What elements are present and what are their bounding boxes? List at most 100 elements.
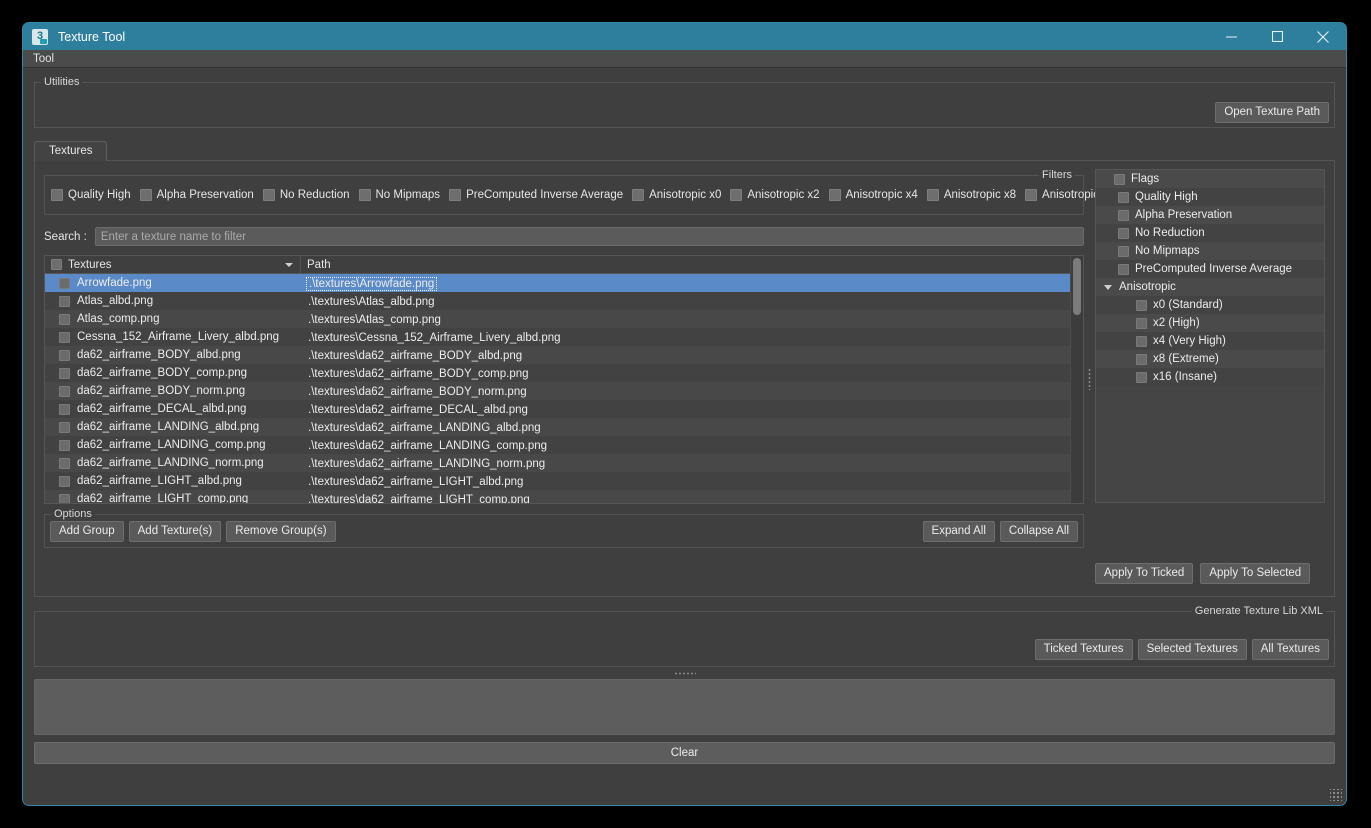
selected-textures-button[interactable]: Selected Textures — [1137, 639, 1247, 660]
filter-quality-high[interactable]: Quality High — [51, 189, 131, 201]
cell-texture-path[interactable]: .\textures\da62_airframe_LIGHT_albd.png — [301, 472, 1070, 490]
filter-anisotropic-x0[interactable]: Anisotropic x0 — [632, 189, 721, 201]
checkbox-icon[interactable] — [358, 189, 371, 201]
checkbox-icon[interactable] — [1118, 209, 1129, 221]
ticked-textures-button[interactable]: Ticked Textures — [1034, 639, 1133, 660]
flags-item-row[interactable]: Quality High — [1096, 188, 1324, 206]
filter-no-mipmaps[interactable]: No Mipmaps — [358, 189, 440, 201]
cell-texture-name[interactable]: da62_airframe_LIGHT_albd.png — [57, 475, 301, 487]
checkbox-icon[interactable] — [1136, 371, 1147, 383]
filter-no-reduction[interactable]: No Reduction — [262, 189, 350, 201]
close-icon[interactable] — [1300, 23, 1346, 50]
checkbox-icon[interactable] — [449, 189, 462, 201]
flags-item-row[interactable]: Alpha Preservation — [1096, 206, 1324, 224]
column-header-textures[interactable]: Textures — [45, 256, 301, 273]
checkbox-icon[interactable] — [59, 403, 70, 415]
filter-alpha-preservation[interactable]: Alpha Preservation — [139, 189, 254, 201]
table-row[interactable]: Arrowfade.png .\textures\Arrowfade.png — [45, 274, 1070, 292]
checkbox-icon[interactable] — [1118, 227, 1129, 239]
cell-texture-name[interactable]: da62_airframe_BODY_norm.png — [57, 385, 301, 397]
minimize-icon[interactable] — [1208, 23, 1254, 50]
checkbox-icon[interactable] — [51, 189, 63, 201]
log-output[interactable] — [34, 679, 1335, 735]
cell-texture-path[interactable]: .\textures\Cessna_152_Airframe_Livery_al… — [301, 328, 1070, 346]
cell-texture-name[interactable]: Cessna_152_Airframe_Livery_albd.png — [57, 331, 301, 343]
checkbox-icon[interactable] — [1118, 245, 1129, 257]
flags-item-row[interactable]: x2 (High) — [1096, 314, 1324, 332]
cell-texture-path[interactable]: .\textures\da62_airframe_LANDING_norm.pn… — [301, 454, 1070, 472]
collapse-all-button[interactable]: Collapse All — [999, 521, 1078, 542]
flags-item-row[interactable]: x4 (Very High) — [1096, 332, 1324, 350]
checkbox-icon[interactable] — [1136, 353, 1147, 365]
cell-texture-name[interactable]: Atlas_albd.png — [57, 295, 301, 307]
add-textures-button[interactable]: Add Texture(s) — [128, 521, 222, 542]
checkbox-icon[interactable] — [59, 313, 70, 325]
checkbox-icon[interactable] — [730, 189, 743, 201]
checkbox-icon[interactable] — [139, 189, 152, 201]
checkbox-icon[interactable] — [59, 475, 70, 487]
checkbox-icon[interactable] — [1118, 263, 1129, 275]
cell-texture-name[interactable]: da62_airframe_BODY_comp.png — [57, 367, 301, 379]
filter-anisotropic-x8[interactable]: Anisotropic x8 — [926, 189, 1016, 201]
table-row[interactable]: da62_airframe_BODY_albd.png .\textures\da… — [45, 346, 1070, 364]
checkbox-icon[interactable] — [926, 189, 939, 201]
remove-groups-button[interactable]: Remove Group(s) — [226, 521, 336, 542]
checkbox-icon[interactable] — [1118, 191, 1129, 203]
flags-item-row[interactable]: x0 (Standard) — [1096, 296, 1324, 314]
table-row[interactable]: da62_airframe_LIGHT_albd.png .\textures\d… — [45, 472, 1070, 490]
flags-root-row[interactable]: Flags — [1096, 170, 1324, 188]
cell-texture-name[interactable]: Arrowfade.png — [57, 277, 301, 289]
table-row[interactable]: da62_airframe_LANDING_albd.png .\textures… — [45, 418, 1070, 436]
cell-texture-name[interactable]: da62_airframe_LANDING_norm.png — [57, 457, 301, 469]
column-header-path[interactable]: Path — [301, 256, 1070, 273]
table-row[interactable]: da62_airframe_DECAL_albd.png .\textures\d… — [45, 400, 1070, 418]
all-textures-button[interactable]: All Textures — [1251, 639, 1329, 660]
flags-item-row[interactable]: PreComputed Inverse Average — [1096, 260, 1324, 278]
checkbox-icon[interactable] — [59, 439, 70, 451]
checkbox-icon[interactable] — [59, 277, 70, 289]
table-row[interactable]: da62_airframe_LANDING_norm.png .\textures… — [45, 454, 1070, 472]
checkbox-icon[interactable] — [1136, 335, 1147, 347]
table-row[interactable]: da62_airframe_BODY_comp.png .\textures\da… — [45, 364, 1070, 382]
table-vertical-scrollbar[interactable] — [1070, 256, 1083, 503]
flags-item-row[interactable]: No Mipmaps — [1096, 242, 1324, 260]
table-row[interactable]: da62_airframe_BODY_norm.png .\textures\da… — [45, 382, 1070, 400]
flags-group-row[interactable]: Anisotropic — [1096, 278, 1324, 296]
cell-texture-name[interactable]: da62_airframe_BODY_albd.png — [57, 349, 301, 361]
checkbox-icon[interactable] — [1136, 317, 1147, 329]
apply-to-ticked-button[interactable]: Apply To Ticked — [1095, 563, 1194, 584]
checkbox-icon[interactable] — [59, 367, 70, 379]
cell-texture-name[interactable]: da62_airframe_DECAL_albd.png — [57, 403, 301, 415]
cell-texture-name[interactable]: Atlas_comp.png — [57, 313, 301, 325]
cell-texture-path[interactable]: .\textures\da62_airframe_BODY_albd.png — [301, 346, 1070, 364]
add-group-button[interactable]: Add Group — [50, 521, 124, 542]
cell-texture-path[interactable]: .\textures\da62_airframe_LIGHT_comp.png — [301, 490, 1070, 503]
select-all-checkbox-icon[interactable] — [51, 259, 62, 270]
tab-textures[interactable]: Textures — [34, 141, 108, 161]
resize-grip-icon[interactable] — [1330, 789, 1342, 801]
cell-texture-path[interactable]: .\textures\Atlas_comp.png — [301, 310, 1070, 328]
checkbox-icon[interactable] — [59, 295, 70, 307]
filter-precomputed-inverse-average[interactable]: PreComputed Inverse Average — [449, 189, 623, 201]
checkbox-icon[interactable] — [1114, 173, 1125, 185]
checkbox-icon[interactable] — [632, 189, 645, 201]
chevron-down-icon[interactable] — [285, 262, 293, 267]
table-row[interactable]: Atlas_albd.png .\textures\Atlas_albd.png — [45, 292, 1070, 310]
flags-item-row[interactable]: No Reduction — [1096, 224, 1324, 242]
filter-anisotropic-x2[interactable]: Anisotropic x2 — [730, 189, 820, 201]
scrollbar-thumb[interactable] — [1073, 258, 1081, 315]
checkbox-icon[interactable] — [59, 493, 70, 503]
checkbox-icon[interactable] — [262, 189, 275, 201]
cell-texture-name[interactable]: da62_airframe_LIGHT_comp.png — [57, 493, 301, 503]
table-row[interactable]: da62_airframe_LANDING_comp.png .\textures… — [45, 436, 1070, 454]
flags-item-row[interactable]: x8 (Extreme) — [1096, 350, 1324, 368]
table-row[interactable]: Atlas_comp.png .\textures\Atlas_comp.png — [45, 310, 1070, 328]
apply-to-selected-button[interactable]: Apply To Selected — [1200, 563, 1311, 584]
cell-texture-path[interactable]: .\textures\Arrowfade.png — [301, 274, 1070, 292]
checkbox-icon[interactable] — [59, 385, 70, 397]
cell-texture-path[interactable]: .\textures\Atlas_albd.png — [301, 292, 1070, 310]
open-texture-path-button[interactable]: Open Texture Path — [1215, 102, 1329, 123]
expand-all-button[interactable]: Expand All — [922, 521, 995, 542]
cell-texture-path[interactable]: .\textures\da62_airframe_DECAL_albd.png — [301, 400, 1070, 418]
maximize-icon[interactable] — [1254, 23, 1300, 50]
